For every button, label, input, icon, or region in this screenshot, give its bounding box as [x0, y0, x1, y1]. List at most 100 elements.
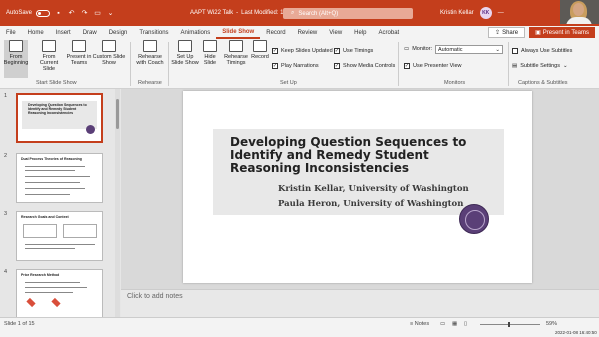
- group-separator: [168, 42, 169, 86]
- record-label: Record: [251, 54, 269, 60]
- rehearse-coach-label: Rehearse with Coach: [136, 54, 164, 66]
- autosave-toggle[interactable]: [36, 9, 51, 17]
- subtitle-settings-button[interactable]: ▤ Subtitle Settings ⌄: [512, 63, 568, 69]
- minimize-icon[interactable]: —: [498, 10, 504, 16]
- tab-home[interactable]: Home: [22, 26, 50, 39]
- undo-icon[interactable]: ↶: [67, 9, 76, 18]
- slide-thumbnail-1[interactable]: Developing Question Sequences to Identif…: [16, 93, 103, 143]
- from-beginning-label: From Beginning: [3, 54, 29, 66]
- monitor-label: ▭ Monitor:: [404, 46, 432, 52]
- group-separator: [508, 42, 509, 86]
- autosave-label: AutoSave: [6, 10, 33, 16]
- share-label: Share: [502, 29, 519, 36]
- thumbnail-scroll-thumb[interactable]: [116, 99, 119, 129]
- rehearse-with-coach-button[interactable]: Rehearse with Coach: [134, 40, 166, 66]
- custom-show-icon: [102, 40, 116, 52]
- search-box[interactable]: ⌕ Search (Alt+Q): [283, 8, 413, 19]
- thumb-text-line: [25, 194, 70, 195]
- keep-slides-updated-checkbox[interactable]: ✓ Keep Slides Updated: [272, 48, 333, 54]
- thumb-text-line: [25, 176, 90, 177]
- thumb-title: Research Goals and Context: [21, 215, 69, 219]
- presenter-view-label: Use Presenter View: [413, 63, 462, 69]
- slide-sorter-icon[interactable]: ▦: [452, 321, 457, 327]
- hide-slide-button[interactable]: Hide Slide: [200, 40, 220, 66]
- user-area[interactable]: Kristin Kellar KK —: [440, 0, 504, 26]
- slide-canvas[interactable]: Developing Question Sequences to Identif…: [183, 91, 532, 283]
- play-narrations-label: Play Narrations: [281, 63, 319, 69]
- subtitle-icon: ▤: [512, 63, 518, 69]
- present-icon[interactable]: ▭: [93, 9, 102, 18]
- webcam-body: [566, 17, 592, 24]
- slide-thumbnail-4[interactable]: Prior Research Method: [16, 269, 103, 317]
- webcam-face: [573, 3, 584, 16]
- teams-icon: ▣: [535, 30, 541, 36]
- set-up-slide-show-button[interactable]: Set Up Slide Show: [171, 40, 199, 66]
- setup-icon: [178, 40, 192, 52]
- group-label-setup: Set Up: [280, 80, 297, 86]
- avatar[interactable]: KK: [479, 7, 492, 19]
- tab-review[interactable]: Review: [292, 26, 324, 39]
- tab-insert[interactable]: Insert: [50, 26, 77, 39]
- slide-title[interactable]: Developing Question Sequences to Identif…: [230, 136, 500, 175]
- thumb-text-line: [25, 248, 75, 249]
- reading-view-icon[interactable]: ▯: [464, 321, 467, 327]
- rehearse-timings-button[interactable]: Rehearse Timings: [222, 40, 250, 66]
- present-in-teams-ribbon-button[interactable]: Present in Teams: [66, 40, 92, 66]
- thumb-shape: [51, 297, 61, 308]
- title-separator: -: [236, 10, 239, 16]
- thumb-text-line: [25, 287, 87, 288]
- thumb-text-line: [25, 170, 75, 171]
- tab-animations[interactable]: Animations: [175, 26, 217, 39]
- slide-thumbnail-3[interactable]: Research Goals and Context: [16, 211, 103, 261]
- always-use-subtitles-checkbox[interactable]: Always Use Subtitles: [512, 48, 572, 54]
- thumb-title: Developing Question Sequences to Identif…: [28, 103, 87, 115]
- uw-seal-icon: [86, 125, 95, 134]
- record-button[interactable]: Record: [250, 40, 270, 60]
- tab-transitions[interactable]: Transitions: [133, 26, 174, 39]
- notes-pane[interactable]: Click to add notes: [121, 289, 599, 317]
- tab-file[interactable]: File: [0, 26, 22, 39]
- share-button[interactable]: ⇪ Share: [488, 27, 526, 38]
- present-in-teams-button[interactable]: ▣ Present in Teams: [529, 27, 595, 38]
- chevron-down-icon: ⌄: [495, 46, 500, 53]
- normal-view-icon[interactable]: ▭: [440, 321, 445, 327]
- customize-toolbar-icon[interactable]: ⌄: [106, 9, 115, 18]
- use-presenter-view-checkbox[interactable]: ✓ Use Presenter View: [404, 63, 462, 69]
- save-icon[interactable]: ▪: [54, 9, 63, 18]
- author-2[interactable]: Paula Heron, University of Washington: [278, 199, 463, 209]
- clock: 2022-01-08 16:40:50: [555, 330, 597, 335]
- zoom-slider[interactable]: [480, 324, 540, 325]
- check-icon: ✓: [334, 62, 340, 69]
- slide-number: 3: [4, 211, 8, 217]
- from-current-slide-button[interactable]: From Current Slide: [34, 40, 64, 72]
- group-label-monitors: Monitors: [444, 80, 466, 86]
- show-media-controls-checkbox[interactable]: ✓ Show Media Controls: [334, 63, 395, 69]
- tab-view[interactable]: View: [323, 26, 348, 39]
- notes-toggle[interactable]: ≡ Notes: [410, 321, 429, 327]
- slide-thumbnail-panel: 1 Developing Question Sequences to Ident…: [0, 89, 121, 317]
- title-bar: AutoSave ▪ ↶ ↷ ▭ ⌄ AAPT Wi22 Talk - Last…: [0, 0, 599, 26]
- from-beginning-button[interactable]: From Beginning: [4, 40, 28, 78]
- tab-record[interactable]: Record: [260, 26, 291, 39]
- zoom-slider-knob[interactable]: [508, 322, 510, 327]
- teams-label: Present in Teams: [542, 29, 589, 36]
- thumb-shape: [26, 297, 36, 308]
- monitor-select[interactable]: Automatic ⌄: [435, 45, 503, 54]
- tab-help[interactable]: Help: [348, 26, 372, 39]
- tab-acrobat[interactable]: Acrobat: [373, 26, 406, 39]
- monitor-icon: ▭: [404, 46, 410, 52]
- author-1[interactable]: Kristin Kellar, University of Washington: [278, 184, 469, 194]
- zoom-level[interactable]: 59%: [546, 321, 557, 327]
- slide-thumbnail-2[interactable]: Dual Process Theories of Reasoning: [16, 153, 103, 203]
- use-timings-checkbox[interactable]: ✓ Use Timings: [334, 48, 373, 54]
- group-label-rehearse: Rehearse: [138, 80, 162, 86]
- custom-slide-show-button[interactable]: Custom Slide Show: [92, 40, 126, 66]
- tab-slide-show[interactable]: Slide Show: [216, 26, 261, 39]
- tab-draw[interactable]: Draw: [77, 26, 103, 39]
- record-icon: [253, 40, 267, 52]
- ribbon-groups: From Beginning From Current Slide Presen…: [0, 40, 599, 89]
- tab-design[interactable]: Design: [103, 26, 134, 39]
- teams-present-icon: [72, 40, 86, 52]
- redo-icon[interactable]: ↷: [80, 9, 89, 18]
- play-narrations-checkbox[interactable]: ✓ Play Narrations: [272, 63, 319, 69]
